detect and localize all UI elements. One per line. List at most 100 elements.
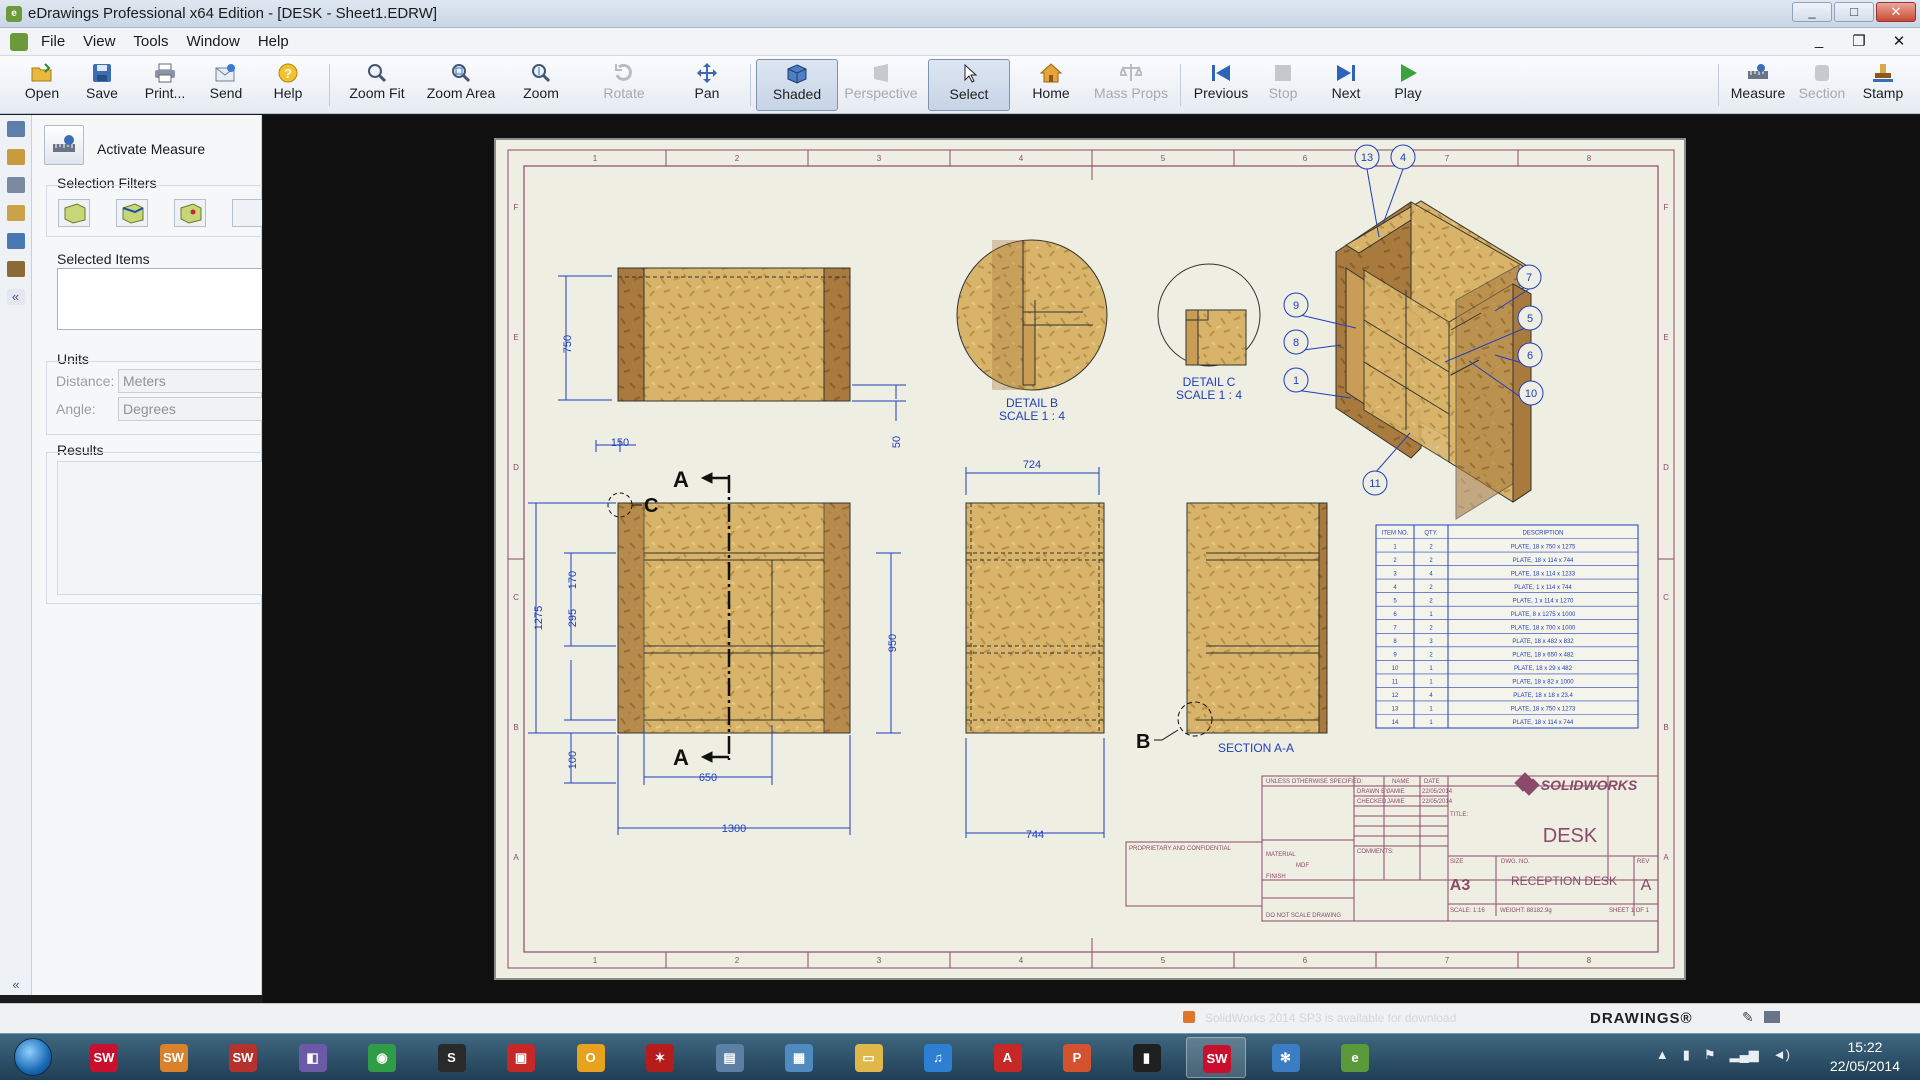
show-hidden-icons-icon[interactable]: ▲: [1656, 1047, 1669, 1063]
rotate-button[interactable]: Rotate: [592, 59, 656, 111]
pan-button[interactable]: Pan: [672, 59, 742, 111]
filter-vertex-button[interactable]: [174, 199, 206, 227]
taskbar-app[interactable]: ✶: [630, 1037, 690, 1078]
play-button[interactable]: Play: [1380, 59, 1436, 111]
zoom-area-icon: [452, 64, 471, 83]
power-icon[interactable]: ▮: [1683, 1047, 1690, 1063]
rss-update-icon[interactable]: [1183, 1011, 1195, 1023]
activate-measure-button[interactable]: [44, 125, 84, 165]
section-a-a-view[interactable]: [1154, 502, 1328, 741]
volume-icon[interactable]: ◄): [1773, 1047, 1790, 1063]
doc-restore-button[interactable]: ❐: [1848, 32, 1870, 50]
network-signal-icon[interactable]: ▂▄▆: [1730, 1047, 1759, 1063]
document-menu-icon[interactable]: [10, 32, 28, 51]
status-message[interactable]: SolidWorks 2014 SP3 is available for dow…: [1205, 1011, 1456, 1025]
stamp-button[interactable]: Stamp: [1852, 59, 1914, 111]
taskbar-app[interactable]: ▮: [1117, 1037, 1177, 1078]
toolbar-separator: [750, 64, 751, 106]
zoom-button[interactable]: Zoom: [510, 59, 572, 111]
select-button[interactable]: Select: [928, 59, 1010, 111]
filter-edge-button[interactable]: [116, 199, 148, 227]
taskbar-app[interactable]: O: [561, 1037, 621, 1078]
shaded-button[interactable]: Shaded: [756, 59, 838, 111]
measure-tab-icon[interactable]: [6, 233, 25, 249]
drawing-sheet[interactable]: 12 34 56 78 12 34 56 78 FE DC BA FE DC B…: [494, 138, 1686, 980]
menu-window[interactable]: Window: [177, 28, 248, 56]
expand-chevron-icon[interactable]: «: [7, 977, 25, 993]
angle-units-select[interactable]: Degrees: [118, 397, 262, 421]
menu-tools[interactable]: Tools: [124, 28, 177, 56]
taskbar-app[interactable]: SW: [144, 1037, 204, 1078]
close-button[interactable]: ✕: [1876, 2, 1916, 22]
top-view[interactable]: [617, 267, 851, 402]
maximize-button[interactable]: □: [1834, 2, 1874, 22]
taskbar-app[interactable]: ▤: [700, 1037, 760, 1078]
save-button[interactable]: Save: [74, 59, 130, 111]
bom-header-cell: DESCRIPTION: [1522, 531, 1563, 537]
bom-table[interactable]: ITEM NO. QTY. DESCRIPTION 1 2 PLATE, 18 x 750…: [1375, 524, 1639, 729]
stamp-tab-icon[interactable]: [6, 261, 25, 277]
taskbar-app[interactable]: ▦: [769, 1037, 829, 1078]
markup-icon[interactable]: [6, 149, 25, 165]
taskbar-app[interactable]: A: [978, 1037, 1038, 1078]
svg-text:2: 2: [735, 154, 740, 163]
clock[interactable]: 15:22 22/05/2014: [1830, 1038, 1900, 1076]
svg-text:1: 1: [593, 956, 598, 965]
sheet-tree-icon[interactable]: [6, 121, 25, 137]
taskbar-app[interactable]: e: [1325, 1037, 1385, 1078]
taskbar-app[interactable]: SW: [1186, 1037, 1246, 1078]
menu-help[interactable]: Help: [249, 28, 298, 56]
pencil-icon[interactable]: ✎: [1742, 1009, 1754, 1026]
action-center-flag-icon[interactable]: ⚑: [1704, 1047, 1716, 1063]
layers-icon[interactable]: [6, 177, 25, 193]
stop-button[interactable]: Stop: [1258, 59, 1308, 111]
menu-file[interactable]: File: [32, 28, 74, 56]
menu-view[interactable]: View: [74, 28, 124, 56]
save-disk-icon: [93, 64, 111, 82]
taskbar-app[interactable]: ▭: [839, 1037, 899, 1078]
taskbar-app[interactable]: SW: [213, 1037, 273, 1078]
doc-close-button[interactable]: ✕: [1888, 32, 1910, 50]
zoom-fit-button[interactable]: Zoom Fit: [340, 59, 414, 111]
detail-b-view[interactable]: [956, 239, 1108, 391]
print-button[interactable]: Print...: [134, 59, 196, 111]
selected-items-list[interactable]: [57, 268, 262, 330]
pencil-icon[interactable]: [6, 205, 25, 221]
edrawings-app-icon[interactable]: e: [6, 5, 22, 22]
start-button[interactable]: [4, 1035, 62, 1080]
taskbar-app[interactable]: ▣: [491, 1037, 551, 1078]
taskbar-app[interactable]: ◉: [352, 1037, 412, 1078]
minimize-button[interactable]: _: [1792, 2, 1832, 22]
measure-status-icon[interactable]: [1764, 1011, 1780, 1023]
bom-cell: PLATE, 8 x 1275 x 1000: [1511, 612, 1576, 618]
taskbar-app[interactable]: ◧: [283, 1037, 343, 1078]
filter-face-button[interactable]: [58, 199, 90, 227]
home-button[interactable]: Home: [1020, 59, 1082, 111]
measure-icon: [1748, 64, 1768, 79]
bom-cell: PLATE, 18 x 29 x 482: [1514, 666, 1573, 672]
collapse-chevron-icon[interactable]: «: [6, 289, 25, 305]
open-button[interactable]: Open: [14, 59, 70, 111]
taskbar-app[interactable]: ✻: [1256, 1037, 1316, 1078]
taskbar-app[interactable]: ♫: [908, 1037, 968, 1078]
section-button[interactable]: Section: [1794, 59, 1850, 111]
previous-button[interactable]: Previous: [1186, 59, 1256, 111]
help-button[interactable]: ? Help: [260, 59, 316, 111]
filter-more-button[interactable]: [232, 199, 262, 227]
dim-295: 295: [567, 609, 579, 627]
detail-c-view[interactable]: [1157, 263, 1261, 367]
distance-units-select[interactable]: Meters: [118, 369, 262, 393]
taskbar-app[interactable]: S: [422, 1037, 482, 1078]
doc-minimize-button[interactable]: _: [1808, 32, 1830, 50]
taskbar-app[interactable]: SW: [74, 1037, 134, 1078]
send-button[interactable]: Send: [198, 59, 254, 111]
next-button[interactable]: Next: [1316, 59, 1376, 111]
isometric-view[interactable]: [1335, 200, 1532, 520]
mass-props-button[interactable]: Mass Props: [1088, 59, 1174, 111]
perspective-button[interactable]: Perspective: [840, 59, 922, 111]
zoom-area-button[interactable]: Zoom Area: [416, 59, 506, 111]
front-view[interactable]: [617, 502, 851, 734]
side-view[interactable]: [965, 502, 1105, 734]
taskbar-app[interactable]: P: [1047, 1037, 1107, 1078]
measure-button[interactable]: Measure: [1724, 59, 1792, 111]
